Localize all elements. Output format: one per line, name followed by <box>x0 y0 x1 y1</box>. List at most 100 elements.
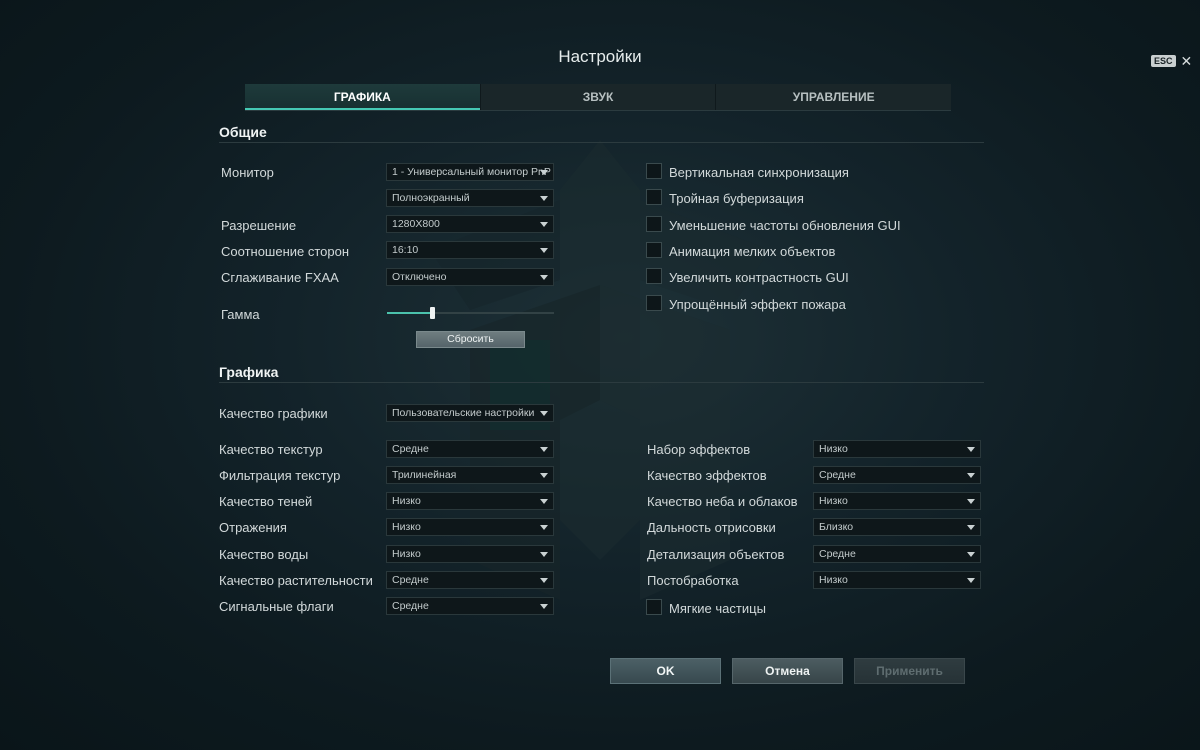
resolution-value: 1280X800 <box>392 218 440 230</box>
sky-quality-value: Низко <box>819 495 848 507</box>
texture-quality-value: Средне <box>392 443 429 455</box>
vegetation-quality-label: Качество растительности <box>219 573 373 588</box>
section-divider-graphics <box>219 382 984 383</box>
effects-quality-dropdown[interactable]: Средне <box>813 466 981 484</box>
tab-bar: ГРАФИКА ЗВУК УПРАВЛЕНИЕ <box>245 84 951 111</box>
object-detail-dropdown[interactable]: Средне <box>813 545 981 563</box>
effects-quality-label: Качество эффектов <box>647 468 767 483</box>
gui-refresh-label: Уменьшение частоты обновления GUI <box>669 218 901 233</box>
vsync-checkbox[interactable] <box>646 163 662 179</box>
object-detail-label: Детализация объектов <box>647 547 785 562</box>
chevron-down-icon <box>540 196 548 201</box>
screen-mode-dropdown[interactable]: Полноэкранный <box>386 189 554 207</box>
chevron-down-icon <box>540 499 548 504</box>
aspect-ratio-value: 16:10 <box>392 244 419 256</box>
texture-quality-label: Качество текстур <box>219 442 323 457</box>
effects-quality-value: Средне <box>819 469 856 481</box>
chevron-down-icon <box>967 447 975 452</box>
esc-badge: ESC <box>1151 55 1176 67</box>
chevron-down-icon <box>540 248 548 253</box>
section-title-general: Общие <box>219 124 267 140</box>
draw-distance-value: Близко <box>819 521 854 533</box>
vegetation-quality-dropdown[interactable]: Средне <box>386 571 554 589</box>
chevron-down-icon <box>540 552 548 557</box>
water-quality-label: Качество воды <box>219 547 309 562</box>
ok-button[interactable]: OK <box>610 658 721 684</box>
texture-filtering-label: Фильтрация текстур <box>219 468 341 483</box>
chevron-down-icon <box>967 552 975 557</box>
chevron-down-icon <box>540 473 548 478</box>
reset-gamma-button[interactable]: Сбросить <box>416 331 525 348</box>
postprocessing-label: Постобработка <box>647 573 739 588</box>
shadow-quality-value: Низко <box>392 495 421 507</box>
tab-graphics[interactable]: ГРАФИКА <box>245 84 481 110</box>
cancel-button[interactable]: Отмена <box>732 658 843 684</box>
simple-fire-label: Упрощённый эффект пожара <box>669 297 846 312</box>
section-title-graphics: Графика <box>219 364 279 380</box>
soft-particles-label: Мягкие частицы <box>669 601 766 616</box>
signal-flags-dropdown[interactable]: Средне <box>386 597 554 615</box>
section-divider-general <box>219 142 984 143</box>
water-quality-dropdown[interactable]: Низко <box>386 545 554 563</box>
gamma-label: Гамма <box>221 307 260 322</box>
gamma-slider-fill <box>387 312 433 314</box>
monitor-value: 1 - Универсальный монитор PnP <box>392 166 551 178</box>
resolution-dropdown[interactable]: 1280X800 <box>386 215 554 233</box>
object-detail-value: Средне <box>819 548 856 560</box>
reflections-dropdown[interactable]: Низко <box>386 518 554 536</box>
resolution-label: Разрешение <box>221 218 297 233</box>
effects-set-dropdown[interactable]: Низко <box>813 440 981 458</box>
tab-sound[interactable]: ЗВУК <box>481 84 717 110</box>
small-objects-animation-label: Анимация мелких объектов <box>669 244 836 259</box>
monitor-label: Монитор <box>221 165 274 180</box>
chevron-down-icon <box>540 447 548 452</box>
vsync-label: Вертикальная синхронизация <box>669 165 849 180</box>
apply-button[interactable]: Применить <box>854 658 965 684</box>
fxaa-label: Сглаживание FXAA <box>221 270 339 285</box>
effects-set-label: Набор эффектов <box>647 442 751 457</box>
close-icon: ✕ <box>1180 53 1193 69</box>
triple-buffering-checkbox[interactable] <box>646 189 662 205</box>
water-quality-value: Низко <box>392 548 421 560</box>
shadow-quality-label: Качество теней <box>219 494 313 509</box>
gui-refresh-checkbox[interactable] <box>646 216 662 232</box>
chevron-down-icon <box>967 578 975 583</box>
emblem-background <box>430 140 770 600</box>
reflections-label: Отражения <box>219 520 287 535</box>
postprocessing-dropdown[interactable]: Низко <box>813 571 981 589</box>
monitor-dropdown[interactable]: 1 - Универсальный монитор PnP <box>386 163 554 181</box>
simple-fire-checkbox[interactable] <box>646 295 662 311</box>
chevron-down-icon <box>540 222 548 227</box>
graphics-quality-dropdown[interactable]: Пользовательские настройки <box>386 404 554 422</box>
chevron-down-icon <box>540 604 548 609</box>
fxaa-dropdown[interactable]: Отключено <box>386 268 554 286</box>
chevron-down-icon <box>540 525 548 530</box>
triple-buffering-label: Тройная буферизация <box>669 191 804 206</box>
settings-window: Настройки ESC ✕ ГРАФИКА ЗВУК УПРАВЛЕНИЕ … <box>0 0 1200 750</box>
close-button[interactable]: ESC ✕ <box>1151 53 1193 69</box>
small-objects-animation-checkbox[interactable] <box>646 242 662 258</box>
texture-filtering-dropdown[interactable]: Трилинейная <box>386 466 554 484</box>
chevron-down-icon <box>967 525 975 530</box>
gamma-slider[interactable] <box>387 307 554 319</box>
chevron-down-icon <box>540 578 548 583</box>
gui-contrast-checkbox[interactable] <box>646 268 662 284</box>
shadow-quality-dropdown[interactable]: Низко <box>386 492 554 510</box>
effects-set-value: Низко <box>819 443 848 455</box>
postprocessing-value: Низко <box>819 574 848 586</box>
chevron-down-icon <box>967 473 975 478</box>
signal-flags-label: Сигнальные флаги <box>219 599 334 614</box>
soft-particles-checkbox[interactable] <box>646 599 662 615</box>
graphics-quality-value: Пользовательские настройки <box>392 407 535 419</box>
window-title: Настройки <box>558 47 642 66</box>
draw-distance-dropdown[interactable]: Близко <box>813 518 981 536</box>
chevron-down-icon <box>540 170 548 175</box>
aspect-ratio-dropdown[interactable]: 16:10 <box>386 241 554 259</box>
sky-quality-dropdown[interactable]: Низко <box>813 492 981 510</box>
fxaa-value: Отключено <box>392 271 447 283</box>
graphics-quality-label: Качество графики <box>219 406 328 421</box>
tab-controls[interactable]: УПРАВЛЕНИЕ <box>716 84 951 110</box>
texture-quality-dropdown[interactable]: Средне <box>386 440 554 458</box>
gamma-slider-thumb[interactable] <box>430 307 436 319</box>
vegetation-quality-value: Средне <box>392 574 429 586</box>
